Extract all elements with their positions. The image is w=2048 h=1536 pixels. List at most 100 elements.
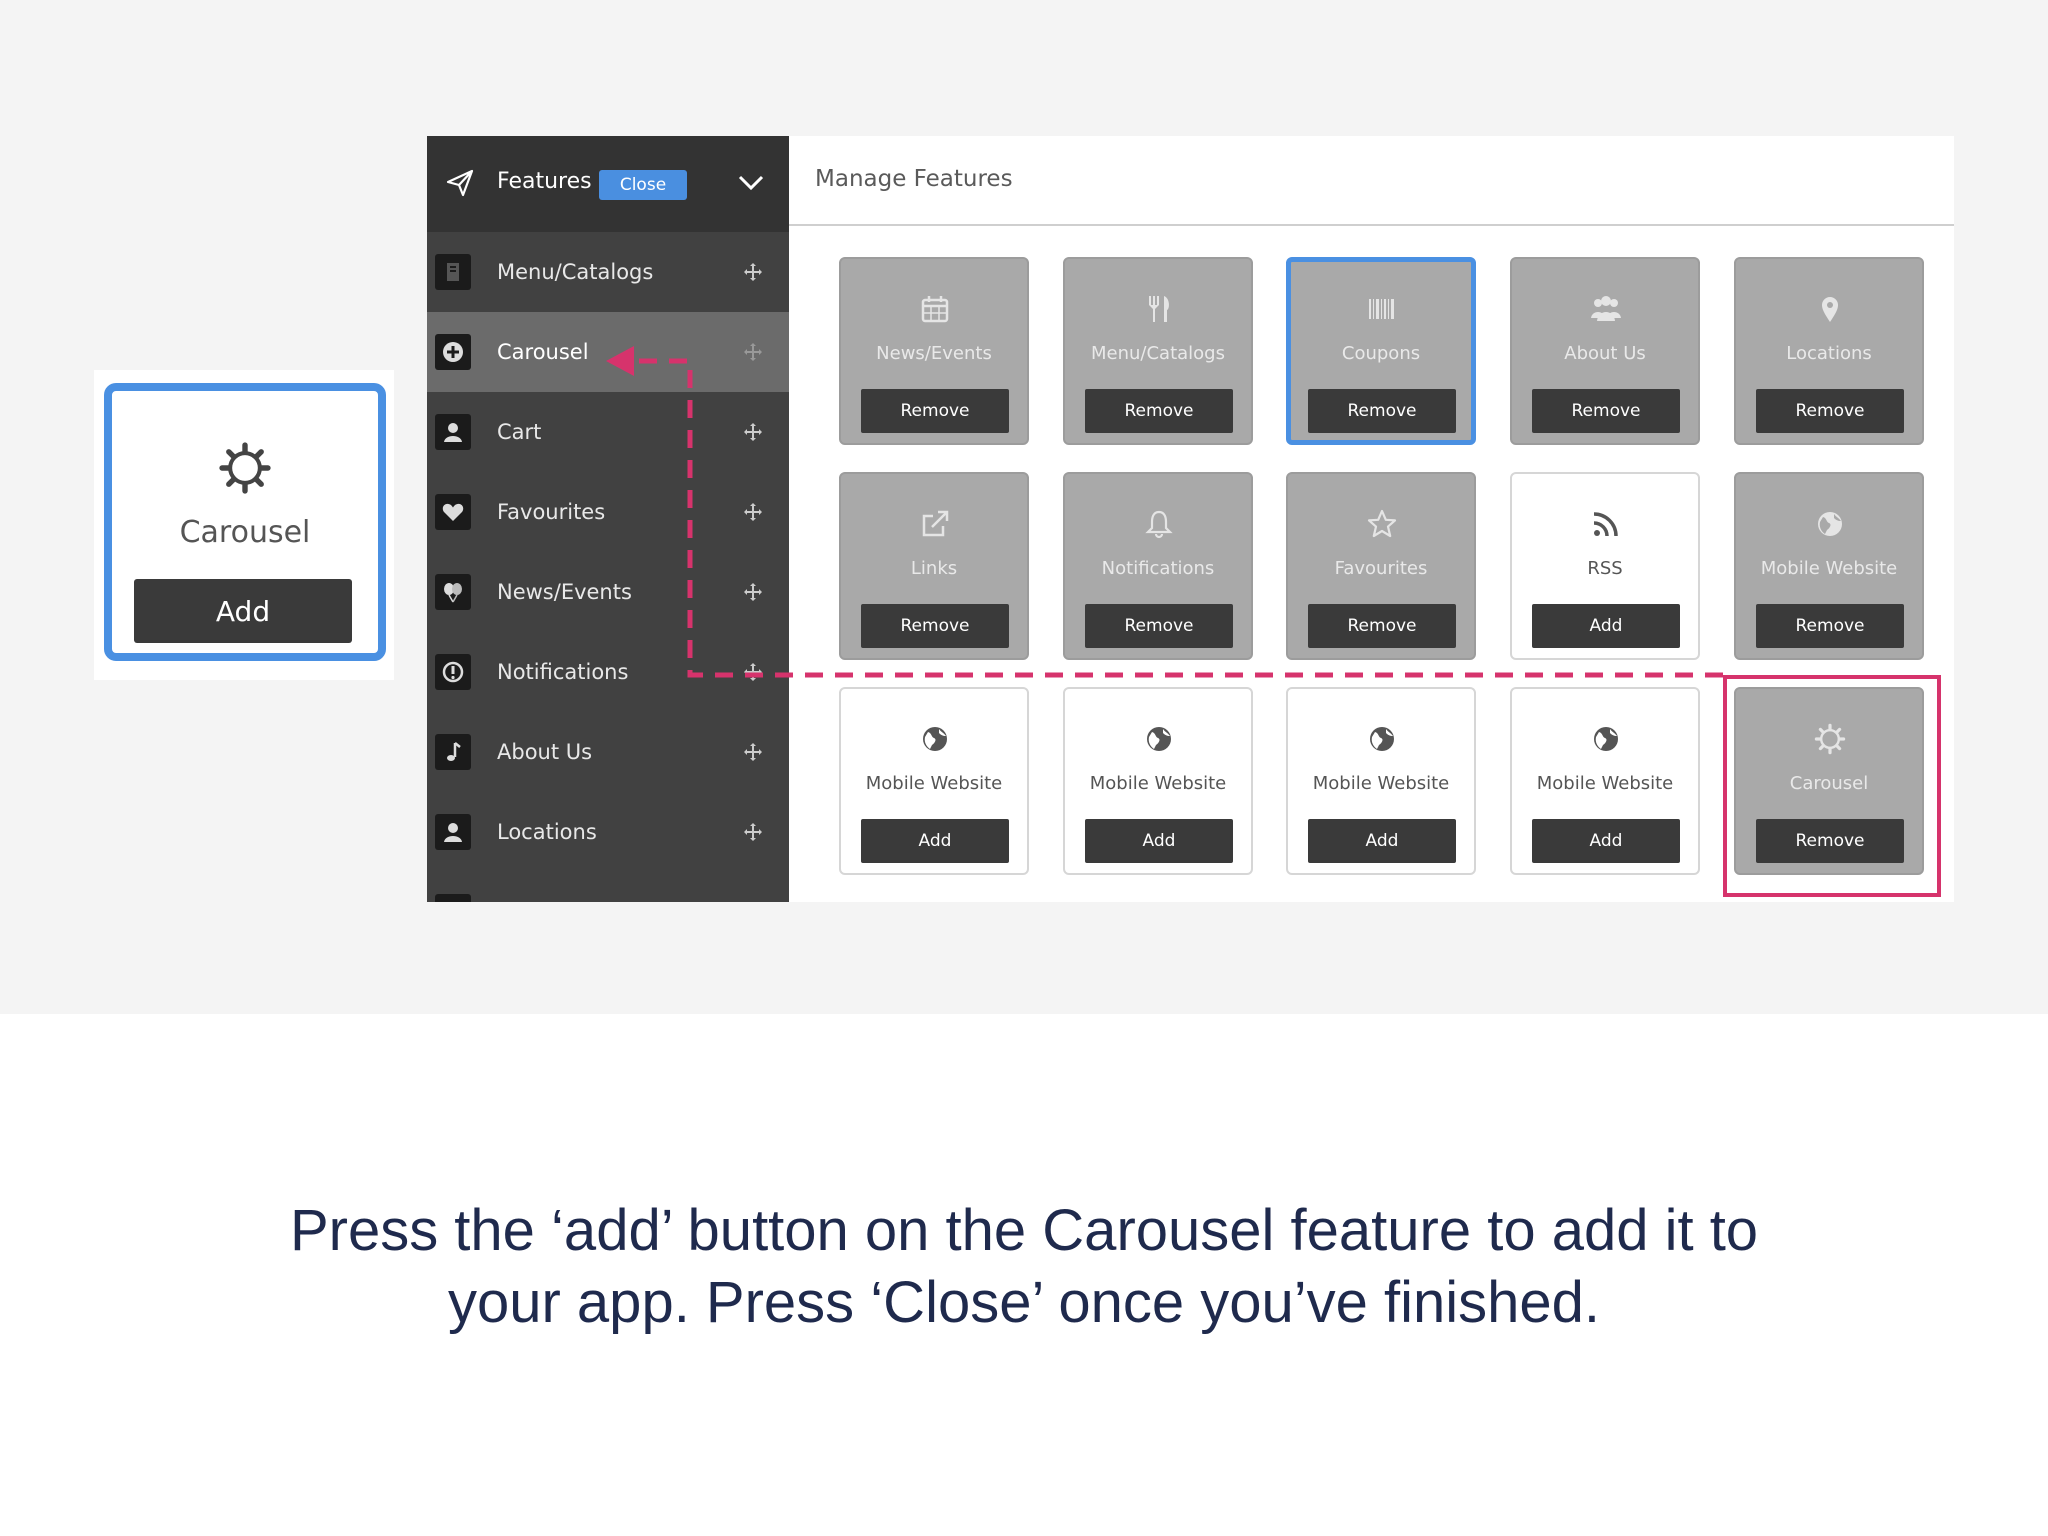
remove-button[interactable]: Remove: [1308, 389, 1456, 433]
move-handle-icon[interactable]: [743, 262, 763, 282]
move-handle-icon[interactable]: [743, 662, 763, 682]
remove-button[interactable]: Remove: [861, 604, 1009, 648]
tile-label: Coupons: [1341, 343, 1421, 364]
balloons-icon: [435, 574, 471, 610]
sidebar-item-label: About Us: [497, 740, 593, 764]
add-button[interactable]: Add: [1308, 819, 1456, 863]
tutorial-slide: Carousel Add Features Close Menu/Catalog…: [0, 0, 2048, 1536]
highlight-box: [1723, 675, 1941, 897]
move-handle-icon[interactable]: [743, 742, 763, 762]
add-button[interactable]: Add: [1085, 819, 1233, 863]
tile-label: Mobile Website: [1312, 773, 1450, 794]
title-divider: [789, 224, 1954, 226]
feature-tile-coupons: Coupons Remove: [1286, 257, 1476, 445]
add-button[interactable]: Add: [861, 819, 1009, 863]
tile-label: Favourites: [1334, 558, 1428, 579]
calendar-icon: [921, 296, 949, 323]
feature-tile-favourites: Favourites Remove: [1286, 472, 1476, 660]
feature-tile-about-us: About Us Remove: [1510, 257, 1700, 445]
sidebar-item-news-events[interactable]: News/Events: [427, 552, 789, 632]
close-button[interactable]: Close: [599, 170, 687, 200]
feature-tile-mobile-website: Mobile Website Add: [1510, 687, 1700, 875]
barcode-icon: [1369, 299, 1394, 319]
sidebar-item-label: Favourites: [497, 500, 606, 524]
gear-icon: [219, 442, 271, 494]
carousel-callout: Carousel Add: [94, 370, 394, 680]
remove-button[interactable]: Remove: [1308, 604, 1456, 648]
tile-label: News/Events: [876, 343, 992, 364]
feature-tile-mobile-website: Mobile Website Add: [839, 687, 1029, 875]
heart-icon: [435, 494, 471, 530]
sidebar-item-label: News/Events: [497, 580, 632, 604]
paper-plane-icon: [446, 169, 474, 197]
carousel-add-button[interactable]: Add: [134, 579, 352, 643]
move-handle-icon[interactable]: [743, 502, 763, 522]
rss-icon: [1593, 512, 1618, 537]
sidebar-header: Features Close: [427, 136, 789, 232]
remove-button[interactable]: Remove: [1756, 604, 1904, 648]
remove-button[interactable]: Remove: [1532, 389, 1680, 433]
feature-tile-mobile-website: Mobile Website Add: [1063, 687, 1253, 875]
feature-tile-notifications: Notifications Remove: [1063, 472, 1253, 660]
sidebar-item-about-us[interactable]: About Us: [427, 712, 789, 792]
feature-tile-mobile-website: Mobile Website Add: [1286, 687, 1476, 875]
move-handle-icon[interactable]: [743, 822, 763, 842]
alert-icon: [435, 654, 471, 690]
feature-tile-news-events: News/Events Remove: [839, 257, 1029, 445]
tile-label: Menu/Catalogs: [1091, 343, 1225, 364]
feature-tile-menu-catalogs: Menu/Catalogs Remove: [1063, 257, 1253, 445]
page-title: Manage Features: [815, 166, 1013, 192]
book-icon: [435, 254, 471, 290]
tile-label: About Us: [1564, 343, 1646, 364]
sidebar-item-label: Locations: [497, 820, 597, 844]
star-icon: [1367, 509, 1397, 538]
chevron-down-icon[interactable]: [737, 172, 765, 194]
person-icon: [435, 414, 471, 450]
add-button[interactable]: Add: [1532, 819, 1680, 863]
remove-button[interactable]: Remove: [861, 389, 1009, 433]
tile-label: Mobile Website: [1089, 773, 1227, 794]
tile-label: Mobile Website: [1760, 558, 1898, 579]
tile-label: Mobile Website: [1536, 773, 1674, 794]
tile-label: Locations: [1786, 343, 1872, 364]
tile-label: Links: [910, 558, 958, 579]
fork-knife-icon: [1149, 296, 1169, 322]
tile-label: Notifications: [1101, 558, 1215, 579]
sidebar-title: Features: [497, 169, 592, 194]
sidebar-item-cart[interactable]: Cart: [427, 392, 789, 472]
sidebar-item-notifications[interactable]: Notifications: [427, 632, 789, 712]
map-pin-icon: [1822, 297, 1838, 322]
instruction-line-2: your app. Press ‘Close’ once you’ve fini…: [447, 1270, 1600, 1335]
sidebar-item-favourites[interactable]: Favourites: [427, 472, 789, 552]
remove-button[interactable]: Remove: [1085, 389, 1233, 433]
tile-label: RSS: [1587, 558, 1623, 579]
sidebar-item-menu-catalogs[interactable]: Menu/Catalogs: [427, 232, 789, 312]
globe-icon: [1818, 512, 1842, 536]
sidebar-item-label: Carousel: [497, 340, 589, 364]
remove-button[interactable]: Remove: [1756, 389, 1904, 433]
partial-icon: [435, 894, 471, 902]
move-handle-icon[interactable]: [743, 342, 763, 362]
feature-tile-mobile-website: Mobile Website Remove: [1734, 472, 1924, 660]
external-link-icon: [922, 510, 949, 537]
instruction-caption: Press the ‘add’ button on the Carousel f…: [0, 1195, 2048, 1339]
globe-icon: [1594, 727, 1618, 751]
sidebar-item-label: Menu/Catalogs: [497, 260, 654, 284]
move-handle-icon[interactable]: [743, 582, 763, 602]
person-icon: [435, 814, 471, 850]
feature-tile-links: Links Remove: [839, 472, 1029, 660]
group-icon: [1591, 296, 1621, 321]
callout-label: Carousel: [179, 515, 311, 550]
globe-icon: [1147, 727, 1171, 751]
tile-label: Mobile Website: [865, 773, 1003, 794]
music-note-icon: [435, 734, 471, 770]
plus-circle-icon: [435, 334, 471, 370]
move-handle-icon[interactable]: [743, 422, 763, 442]
add-button[interactable]: Add: [1532, 604, 1680, 648]
sidebar-item-carousel[interactable]: Carousel: [427, 312, 789, 392]
sidebar-item-locations[interactable]: Locations: [427, 792, 789, 872]
sidebar-item-label: Notifications: [497, 660, 629, 684]
globe-icon: [1370, 727, 1394, 751]
remove-button[interactable]: Remove: [1085, 604, 1233, 648]
sidebar-item-label: Cart: [497, 420, 542, 444]
